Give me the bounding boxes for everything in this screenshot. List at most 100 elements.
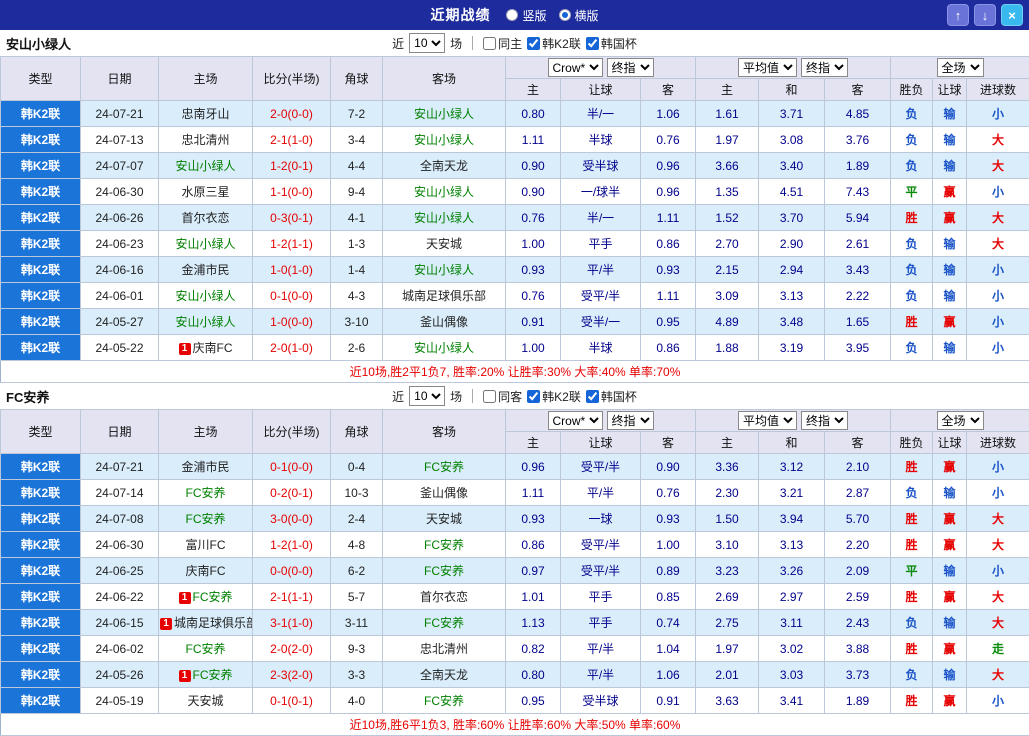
result-cell: 输 [933,283,967,309]
orientation-radio[interactable]: 竖版 [506,7,546,24]
filter-checkbox[interactable]: 韩K2联 [527,388,581,405]
odds-cell: 一球 [561,506,641,532]
odds-cell: 1.06 [641,101,696,127]
close-icon[interactable]: × [1001,4,1023,26]
result-cell: 小 [967,335,1029,361]
odds-cell: 半/一 [561,101,641,127]
odds-source-select[interactable]: Crow* [548,58,603,77]
odds-source-select[interactable]: 平均值 [738,411,797,430]
odds-cell: 0.76 [641,480,696,506]
checkbox-icon[interactable] [527,390,540,403]
odds-cell: 0.96 [641,179,696,205]
filter-checkbox[interactable]: 韩国杯 [586,388,637,405]
home-team-cell: FC安养 [159,480,253,506]
summary-row: 近10场,胜6平1负3, 胜率:60% 让胜率:60% 大率:50% 单率:60… [1,714,1029,736]
filter-checkbox[interactable]: 同主 [483,35,522,52]
red-card-badge: 1 [160,618,172,630]
odds-cell: 3.13 [759,283,825,309]
corner-cell: 9-3 [331,636,383,662]
corner-cell: 9-4 [331,179,383,205]
odds-cell: 0.97 [506,558,561,584]
corner-cell: 3-11 [331,610,383,636]
result-cell: 小 [967,309,1029,335]
odds-source-select[interactable]: 平均值 [738,58,797,77]
games-label: 场 [450,35,462,52]
home-team-cell: 富川FC [159,532,253,558]
corner-cell: 4-3 [331,283,383,309]
column-header: 和 [759,432,825,454]
odds-cell: 1.00 [641,532,696,558]
result-cell: 胜 [891,532,933,558]
odds-cell: 0.86 [506,532,561,558]
filters: 近 10 场 同主韩K2联韩国杯 [392,33,637,53]
rounds-select[interactable]: 10 [409,386,445,406]
result-cell: 大 [967,127,1029,153]
away-team-cell: FC安养 [383,688,506,714]
odds-source-select[interactable]: 终指 [607,411,654,430]
checkbox-icon[interactable] [527,37,540,50]
odds-cell: 一/球半 [561,179,641,205]
odds-source-select[interactable]: 终指 [801,58,848,77]
result-cell: 大 [967,153,1029,179]
orientation-radio[interactable]: 横版 [559,7,599,24]
odds-cell: 2.61 [825,231,891,257]
move-up-button[interactable]: ↑ [947,4,969,26]
odds-cell: 3.23 [696,558,759,584]
result-cell: 小 [967,101,1029,127]
checkbox-icon[interactable] [483,390,496,403]
column-header: 客场 [383,57,506,101]
team-section: 安山小绿人近10场同主韩K2联韩国杯类型日期主场比分(半场)角球客场Crow*终… [0,30,1029,383]
filters: 近10场同客韩K2联韩国杯 [392,386,637,406]
divider [472,389,473,403]
corner-cell: 3-10 [331,309,383,335]
filter-checkbox[interactable]: 同客 [483,388,522,405]
match-row: 韩K2联24-05-27安山小绿人1-0(0-0)3-10釜山偶像0.91受半/… [1,309,1029,335]
home-team-cell: 1FC安养 [159,662,253,688]
rounds-select[interactable]: 10 [409,33,445,53]
league-cell: 韩K2联 [1,153,81,179]
league-cell: 韩K2联 [1,532,81,558]
odds-source-select[interactable]: 终指 [801,411,848,430]
corner-cell: 10-3 [331,480,383,506]
result-cell: 负 [891,101,933,127]
checkbox-icon[interactable] [586,390,599,403]
odds-cell: 0.76 [506,205,561,231]
odds-cell: 0.90 [641,454,696,480]
column-header: 比分(半场) [253,410,331,454]
score-cell: 0-3(0-1) [253,205,331,231]
filter-checkbox[interactable]: 韩K2联 [527,35,581,52]
match-row: 韩K2联24-06-30水原三星1-1(0-0)9-4安山小绿人0.90一/球半… [1,179,1029,205]
odds-cell: 半球 [561,335,641,361]
move-down-button[interactable]: ↓ [974,4,996,26]
odds-cell: 3.76 [825,127,891,153]
filter-checkbox[interactable]: 韩国杯 [586,35,637,52]
checkbox-icon[interactable] [483,37,496,50]
column-header: 进球数 [967,79,1029,101]
checkbox-icon[interactable] [586,37,599,50]
section-filter-row: FC安养近10场同客韩K2联韩国杯 [0,383,1029,409]
away-team-cell: FC安养 [383,532,506,558]
odds-source-select[interactable]: 全场 [937,411,984,430]
odds-cell: 1.89 [825,688,891,714]
corner-cell: 4-0 [331,688,383,714]
near-label: 近 [392,35,404,52]
odds-source-select[interactable]: Crow* [548,411,603,430]
odds-cell: 0.91 [641,688,696,714]
home-team-cell: 天安城 [159,688,253,714]
games-label: 场 [450,388,462,405]
away-team-cell: 釜山偶像 [383,309,506,335]
date-cell: 24-06-23 [81,231,159,257]
odds-group-header: Crow*终指 [506,410,696,432]
score-cell: 0-1(0-0) [253,454,331,480]
odds-cell: 2.30 [696,480,759,506]
league-cell: 韩K2联 [1,558,81,584]
match-row: 韩K2联24-07-08FC安养3-0(0-0)2-4天安城0.93一球0.93… [1,506,1029,532]
column-header: 主场 [159,57,253,101]
corner-cell: 2-4 [331,506,383,532]
odds-source-select[interactable]: 终指 [607,58,654,77]
result-cell: 赢 [933,506,967,532]
odds-cell: 0.76 [641,127,696,153]
odds-cell: 3.21 [759,480,825,506]
odds-source-select[interactable]: 全场 [937,58,984,77]
corner-cell: 3-4 [331,127,383,153]
